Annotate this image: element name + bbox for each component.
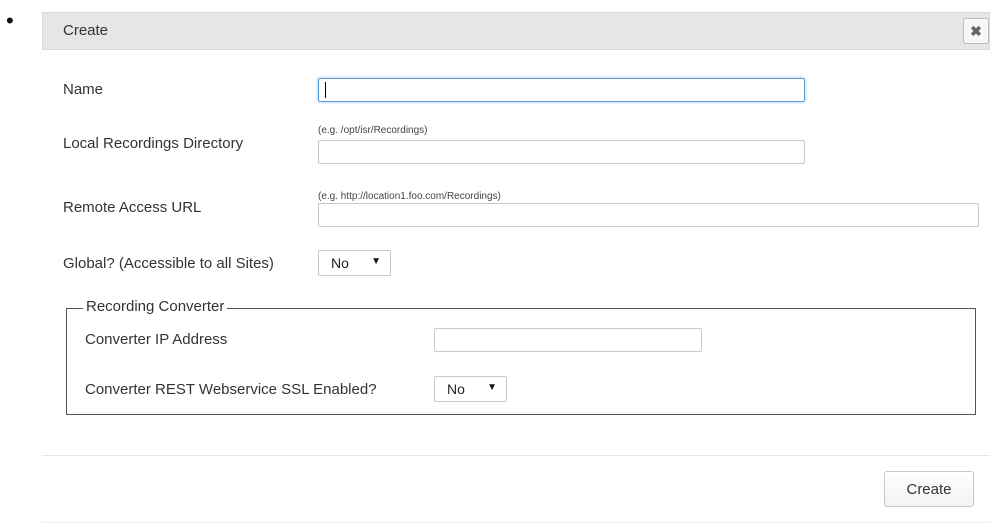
converter-ip-address-label: Converter IP Address: [85, 331, 228, 348]
chevron-down-icon: ▼: [371, 256, 381, 267]
recording-converter-legend: Recording Converter: [83, 298, 228, 315]
local-recordings-directory-label: Local Recordings Directory: [63, 135, 244, 152]
list-bullet: •: [6, 8, 14, 33]
converter-ssl-select[interactable]: No ▼: [434, 376, 507, 402]
converter-ssl-label: Converter REST Webservice SSL Enabled?: [85, 381, 377, 398]
chevron-down-icon: ▼: [487, 382, 497, 393]
converter-ip-address-input[interactable]: [434, 328, 702, 352]
remote-access-url-hint: (e.g. http://location1.foo.com/Recording…: [318, 191, 501, 202]
recording-converter-fieldset: [66, 308, 976, 415]
converter-ssl-select-value: No: [447, 381, 465, 397]
global-select-value: No: [331, 255, 349, 271]
name-label: Name: [63, 81, 104, 98]
global-select[interactable]: No ▼: [318, 250, 391, 276]
text-caret: [325, 82, 326, 98]
dialog-title: Create: [63, 22, 109, 39]
create-button[interactable]: Create: [884, 471, 974, 507]
close-button[interactable]: ✖: [963, 18, 989, 44]
remote-access-url-label: Remote Access URL: [63, 199, 202, 216]
local-recordings-directory-hint: (e.g. /opt/isr/Recordings): [318, 125, 428, 136]
remote-access-url-input[interactable]: [318, 203, 979, 227]
name-input[interactable]: [318, 78, 805, 102]
local-recordings-directory-input[interactable]: [318, 140, 805, 164]
bottom-divider: [42, 522, 990, 523]
global-label: Global? (Accessible to all Sites): [63, 255, 274, 272]
dialog-header: Create ✖: [42, 12, 990, 50]
footer-divider: [42, 455, 990, 456]
close-icon: ✖: [970, 23, 982, 39]
